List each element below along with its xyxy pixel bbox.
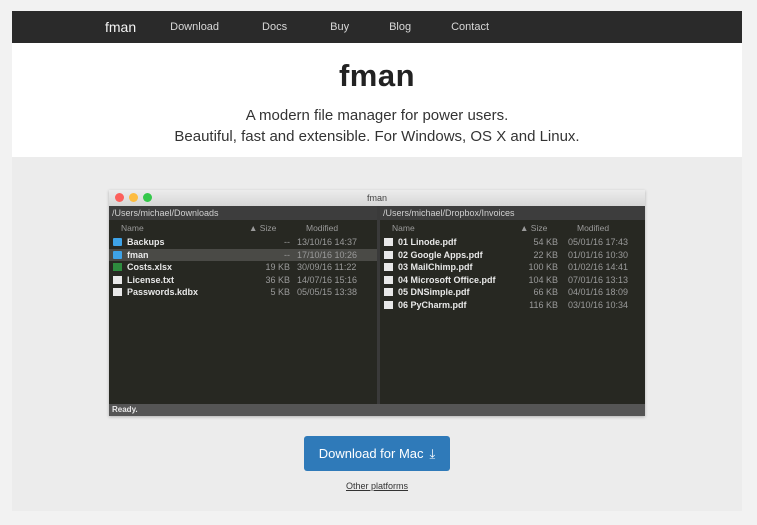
file-size: 104 KB (528, 274, 558, 285)
file-modified: 01/01/16 10:30 (568, 249, 629, 260)
file-row[interactable]: License.txt 36 KB 14/07/16 15:16 (109, 274, 377, 287)
pdf-icon (384, 250, 393, 259)
pdf-icon (384, 263, 393, 271)
file-name: Passwords.kdbx (127, 287, 199, 297)
pdf-icon (384, 238, 393, 246)
file-size: -- (284, 237, 290, 247)
screenshot-section: fman /Users/michael/Downloads Name ▲ Siz… (12, 157, 742, 511)
file-row[interactable]: 04 Microsoft Office.pdf 104 KB 07/01/16 13… (380, 274, 645, 287)
nav-logo[interactable]: fman (105, 19, 136, 35)
file-modified: 30/09/16 11:22 (297, 262, 357, 272)
nav-blog[interactable]: Blog (389, 21, 411, 33)
pdf-icon (384, 300, 393, 309)
col-name: Name (121, 223, 144, 233)
right-pane: /Users/michael/Dropbox/Invoices Name ▲ S… (380, 206, 645, 404)
page: fman Download Docs Buy Blog Contact fman… (12, 11, 742, 511)
nav-contact[interactable]: Contact (451, 21, 489, 33)
file-row[interactable]: 01 Linode.pdf 54 KB 05/01/16 17:43 (380, 236, 645, 249)
col-name: Name (392, 223, 415, 233)
text-file-icon (113, 275, 122, 284)
nav-buy[interactable]: Buy (330, 21, 349, 33)
right-header: Name ▲ Size Modified (380, 220, 645, 236)
file-modified: 17/10/16 10:26 (297, 249, 358, 260)
pdf-icon (384, 275, 393, 284)
file-name: 02 Google Apps.pdf (398, 249, 483, 260)
file-size: 36 KB (265, 274, 290, 285)
hero: fman A modern file manager for power use… (12, 43, 742, 157)
download-mac-button[interactable]: Download for Mac ⤓ (304, 436, 450, 471)
hero-tagline-1: A modern file manager for power users. (245, 107, 509, 124)
file-modified: 01/02/16 14:41 (568, 262, 629, 272)
file-row[interactable]: Passwords.kdbx 5 KB 05/05/15 13:38 (109, 286, 377, 299)
file-modified: 05/05/15 13:38 (297, 287, 358, 297)
minimize-icon (129, 193, 138, 202)
file-size: 100 KB (528, 262, 558, 272)
right-path: /Users/michael/Dropbox/Invoices (380, 206, 645, 220)
file-icon (113, 288, 122, 296)
download-label: Download for Mac (318, 446, 424, 461)
file-modified: 07/01/16 13:13 (568, 274, 629, 285)
folder-icon (113, 238, 122, 246)
hero-tagline-2: Beautiful, fast and extensible. For Wind… (174, 128, 580, 145)
status-bar: Ready. (109, 404, 645, 416)
file-size: 19 KB (265, 262, 290, 272)
file-name: 06 PyCharm.pdf (398, 299, 467, 310)
file-name: 03 MailChimp.pdf (398, 262, 473, 272)
file-modified: 04/01/16 18:09 (568, 287, 629, 297)
maximize-icon (143, 193, 152, 202)
file-row[interactable]: Costs.xlsx 19 KB 30/09/16 11:22 (109, 261, 377, 274)
app-window-screenshot: fman /Users/michael/Downloads Name ▲ Siz… (109, 190, 645, 416)
file-row[interactable]: 05 DNSimple.pdf 66 KB 04/01/16 18:09 (380, 286, 645, 299)
file-size: 22 KB (533, 249, 558, 260)
file-row[interactable]: fman -- 17/10/16 10:26 (109, 248, 377, 261)
folder-icon (113, 250, 122, 259)
file-row[interactable]: 02 Google Apps.pdf 22 KB 01/01/16 10:30 (380, 249, 645, 262)
close-icon (115, 193, 124, 202)
pdf-icon (384, 288, 393, 296)
file-size: 116 KB (529, 299, 558, 310)
col-size: ▲ Size (249, 223, 277, 233)
nav-download[interactable]: Download (170, 21, 219, 33)
file-row[interactable]: 03 MailChimp.pdf 100 KB 01/02/16 14:41 (380, 261, 645, 274)
left-header: Name ▲ Size Modified (109, 220, 377, 236)
file-row[interactable]: Backups -- 13/10/16 14:37 (109, 236, 377, 249)
file-name: fman (127, 249, 149, 260)
nav-docs[interactable]: Docs (262, 21, 287, 33)
col-modified: Modified (306, 223, 339, 233)
other-platforms-link[interactable]: Other platforms (12, 481, 742, 491)
file-modified: 03/10/16 10:34 (568, 299, 629, 310)
file-size: 66 KB (533, 287, 558, 297)
spreadsheet-icon (113, 263, 122, 271)
file-modified: 13/10/16 14:37 (297, 237, 358, 247)
left-pane: /Users/michael/Downloads Name ▲ Size Mod… (109, 206, 380, 404)
left-path: /Users/michael/Downloads (109, 206, 377, 220)
file-size: -- (284, 249, 290, 260)
panes: /Users/michael/Downloads Name ▲ Size Mod… (109, 206, 645, 404)
window-titlebar: fman (109, 190, 645, 206)
file-name: 04 Microsoft Office.pdf (398, 274, 496, 285)
col-size: ▲ Size (520, 223, 548, 233)
file-row[interactable]: 06 PyCharm.pdf 116 KB 03/10/16 10:34 (380, 299, 645, 312)
file-name: License.txt (127, 274, 175, 285)
file-size: 5 KB (270, 287, 290, 297)
file-size: 54 KB (533, 237, 558, 247)
col-modified: Modified (577, 223, 610, 233)
hero-title: fman (338, 58, 416, 93)
download-icon: ⤓ (429, 446, 436, 461)
file-modified: 14/07/16 15:16 (297, 274, 358, 285)
file-name: Backups (127, 237, 165, 247)
file-name: 01 Linode.pdf (398, 237, 457, 247)
top-nav: fman Download Docs Buy Blog Contact (12, 11, 742, 43)
file-name: Costs.xlsx (127, 262, 173, 272)
window-title: fman (366, 193, 387, 203)
file-name: 05 DNSimple.pdf (398, 287, 470, 297)
file-modified: 05/01/16 17:43 (568, 237, 629, 247)
